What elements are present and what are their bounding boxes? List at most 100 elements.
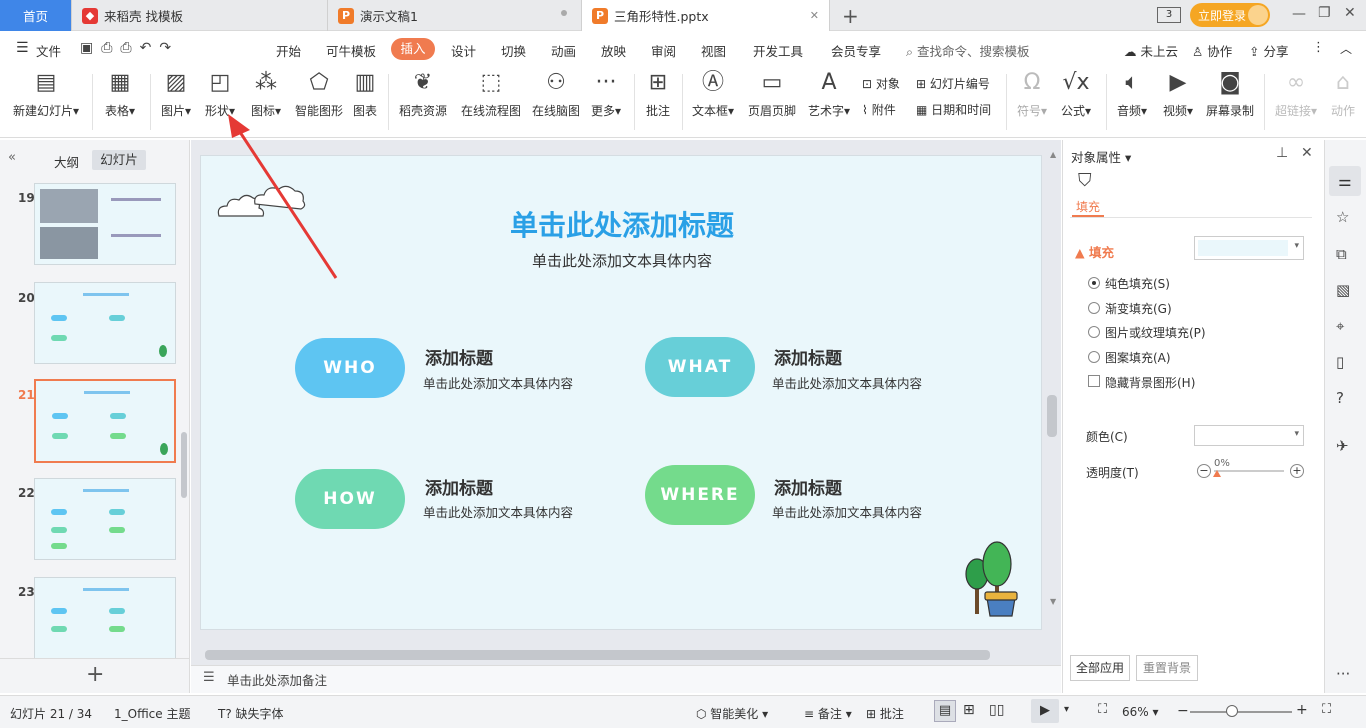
menu-slideshow[interactable]: 放映 xyxy=(601,41,626,60)
notes-toggle[interactable]: ≡ 备注 ▾ xyxy=(804,705,852,722)
image-icon[interactable]: ▧ xyxy=(1336,281,1350,299)
close-panel-icon[interactable]: ✕ xyxy=(1301,145,1313,161)
fit-window-icon[interactable]: ⛶ xyxy=(1322,702,1331,717)
menu-view[interactable]: 视图 xyxy=(701,41,726,60)
scroll-up-icon[interactable]: ▲ xyxy=(1050,150,1056,159)
window-count-icon[interactable]: 3 xyxy=(1157,7,1181,23)
slide-thumb-23[interactable] xyxy=(34,577,176,659)
menu-start[interactable]: 开始 xyxy=(276,41,301,60)
close-window-button[interactable]: ✕ xyxy=(1344,5,1356,21)
menu-developer[interactable]: 开发工具 xyxy=(753,41,803,60)
comment-toggle[interactable]: ⊞ 批注 xyxy=(866,705,904,722)
collapse-panel-icon[interactable]: « xyxy=(8,150,16,165)
scroll-down-icon[interactable]: ▼ xyxy=(1050,597,1056,606)
color-dropdown[interactable]: ▾ xyxy=(1194,425,1304,446)
zoom-level[interactable]: 66% ▾ xyxy=(1122,705,1159,719)
item-title[interactable]: 添加标题 xyxy=(425,344,493,369)
menu-animation[interactable]: 动画 xyxy=(551,41,576,60)
hyperlink-button[interactable]: ∞ 超链接▾ xyxy=(1272,70,1320,119)
menu-transition[interactable]: 切换 xyxy=(501,41,526,60)
daoke-resource-button[interactable]: ❦ 稻壳资源 xyxy=(396,70,450,119)
tab-presentation1[interactable]: P 演示文稿1 xyxy=(328,0,582,31)
minimize-button[interactable]: — xyxy=(1292,6,1306,22)
restore-button[interactable]: ❐ xyxy=(1318,5,1331,21)
rocket-icon[interactable]: ✈ xyxy=(1336,437,1349,455)
radio-picture-fill[interactable] xyxy=(1088,326,1100,338)
item-desc[interactable]: 单击此处添加文本具体内容 xyxy=(423,373,573,392)
play-dropdown-icon[interactable]: ▾ xyxy=(1064,704,1069,715)
header-footer-button[interactable]: ▭ 页眉页脚 xyxy=(746,70,798,119)
beautify-button[interactable]: ⬡ 智能美化 ▾ xyxy=(696,705,768,722)
share-button[interactable]: ⇪ 分享 xyxy=(1249,41,1288,60)
menu-insert[interactable]: 插入 xyxy=(391,38,435,60)
hide-bg-checkbox[interactable] xyxy=(1088,375,1100,387)
menu-member[interactable]: 会员专享 xyxy=(831,41,881,60)
slide-thumb-20[interactable] xyxy=(34,282,176,364)
missing-font-button[interactable]: T? 缺失字体 xyxy=(218,705,284,722)
menu-template[interactable]: 可牛模板 xyxy=(326,41,376,60)
tab-home[interactable]: 首页 xyxy=(0,0,72,31)
location-icon[interactable]: ⌖ xyxy=(1336,317,1344,335)
slide-thumb-21[interactable] xyxy=(34,379,176,463)
screen-record-button[interactable]: ◙ 屏幕录制 xyxy=(1204,70,1256,119)
radio-solid-fill[interactable] xyxy=(1088,277,1100,289)
more-options-icon[interactable]: ··· xyxy=(1336,665,1350,683)
item-desc[interactable]: 单击此处添加文本具体内容 xyxy=(423,502,573,521)
pill-where[interactable]: WHERE xyxy=(645,465,755,525)
chart-button[interactable]: ▥ 图表 xyxy=(350,70,380,119)
transparency-plus-button[interactable]: + xyxy=(1290,464,1304,478)
item-title[interactable]: 添加标题 xyxy=(425,474,493,499)
item-desc[interactable]: 单击此处添加文本具体内容 xyxy=(772,373,922,392)
fill-section-header[interactable]: ▲ 填充 xyxy=(1075,242,1114,261)
pin-icon[interactable]: ⊥ xyxy=(1276,145,1288,161)
zoom-slider[interactable] xyxy=(1190,711,1292,713)
theme-name[interactable]: 1_Office 主题 xyxy=(114,705,190,722)
symbol-button[interactable]: Ω 符号▾ xyxy=(1014,70,1050,119)
fit-icon[interactable]: ⛶ xyxy=(1098,702,1107,717)
pill-who[interactable]: WHO xyxy=(295,338,405,398)
tab-slides[interactable]: 幻灯片 xyxy=(92,150,146,170)
radio-pattern-fill[interactable] xyxy=(1088,351,1100,363)
reading-view-button[interactable]: ▯▯ xyxy=(989,702,1004,718)
new-slide-button[interactable]: ▤ 新建幻灯片▾ xyxy=(10,70,82,119)
collapse-ribbon-icon[interactable]: ︿ xyxy=(1340,40,1352,57)
search-command[interactable]: ⌕ 查找命令、搜索模板 xyxy=(906,41,1030,60)
tab-active-document[interactable]: P 三角形特性.pptx ✕ xyxy=(582,0,830,31)
add-slide-button[interactable]: + xyxy=(86,662,104,687)
tab-fill[interactable]: 填充 xyxy=(1076,198,1100,215)
properties-icon[interactable]: ⚌ xyxy=(1329,166,1361,196)
picture-button[interactable]: ▨ 图片▾ xyxy=(156,70,196,119)
comment-button[interactable]: ⊞ 批注 xyxy=(642,70,674,119)
attachment-button[interactable]: ⌇ 附件 xyxy=(862,101,896,118)
pill-how[interactable]: HOW xyxy=(295,469,405,529)
mindmap-button[interactable]: ⚇ 在线脑图 xyxy=(530,70,582,119)
wordart-button[interactable]: A 艺术字▾ xyxy=(806,70,852,119)
slide-thumb-22[interactable] xyxy=(34,478,176,560)
item-title[interactable]: 添加标题 xyxy=(774,344,842,369)
login-button[interactable]: 立即登录 xyxy=(1190,3,1270,27)
normal-view-button[interactable]: ▤ xyxy=(934,700,956,722)
datetime-button[interactable]: ▦ 日期和时间 xyxy=(916,101,991,118)
action-button[interactable]: ⌂ 动作 xyxy=(1328,70,1358,119)
sorter-view-button[interactable]: ⊞ xyxy=(963,702,975,718)
textbox-button[interactable]: Ⓐ 文本框▾ xyxy=(690,70,736,119)
transparency-slider[interactable] xyxy=(1214,470,1284,472)
quick-access-toolbar[interactable]: ▣⎙⎙↶↷ xyxy=(80,40,179,56)
slider-handle[interactable] xyxy=(1213,470,1221,477)
menu-design[interactable]: 设计 xyxy=(451,41,476,60)
play-button[interactable]: ▶ xyxy=(1031,699,1059,723)
zoom-out-button[interactable]: − xyxy=(1177,703,1189,719)
transparency-minus-button[interactable]: − xyxy=(1197,464,1211,478)
cloud-status[interactable]: ☁ 未上云 xyxy=(1124,41,1178,60)
collab-button[interactable]: ♙ 协作 xyxy=(1192,41,1232,60)
thumb-scrollbar[interactable] xyxy=(181,432,187,498)
tab-outline[interactable]: 大纲 xyxy=(54,152,79,171)
object-button[interactable]: ⊡ 对象 xyxy=(862,75,900,92)
radio-gradient-fill[interactable] xyxy=(1088,302,1100,314)
new-tab-button[interactable]: + xyxy=(842,4,859,28)
item-title[interactable]: 添加标题 xyxy=(774,474,842,499)
reset-background-button[interactable]: 重置背景 xyxy=(1136,655,1198,681)
menu-file[interactable]: 文件 xyxy=(36,41,61,60)
audio-button[interactable]: 🔈︎ 音频▾ xyxy=(1112,70,1152,119)
slide-thumb-19[interactable] xyxy=(34,183,176,265)
